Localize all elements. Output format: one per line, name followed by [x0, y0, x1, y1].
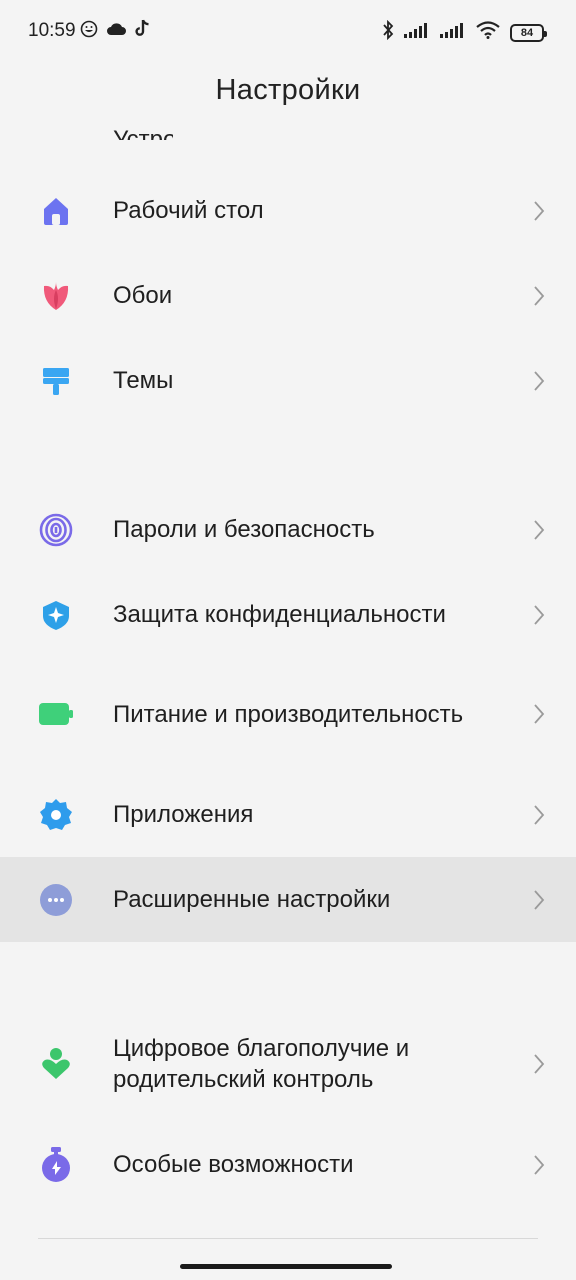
status-bar: 10:59 84	[0, 0, 576, 64]
chevron-right-icon	[532, 369, 546, 393]
settings-item-themes[interactable]: Темы	[0, 338, 576, 423]
tulip-icon	[38, 278, 74, 314]
tiktok-icon	[134, 19, 150, 43]
settings-item-label: Темы	[113, 367, 174, 394]
chevron-right-icon	[532, 1052, 546, 1076]
chevron-right-icon	[532, 603, 546, 627]
settings-item-desktop[interactable]: Рабочий стол	[0, 168, 576, 253]
settings-item-advanced[interactable]: Расширенные настройки	[0, 857, 576, 942]
accessibility-icon	[38, 1146, 74, 1183]
more-icon	[38, 882, 74, 918]
shield-icon	[38, 597, 74, 633]
bluetooth-icon	[382, 19, 394, 45]
settings-item-label: Пароли и безопасность	[113, 516, 375, 543]
settings-item-label: Питание и производительность	[113, 700, 464, 728]
status-notification-icons	[80, 19, 150, 43]
chevron-right-icon	[532, 1153, 546, 1177]
settings-item-wallpaper[interactable]: Обои	[0, 253, 576, 338]
brush-icon	[38, 363, 74, 399]
settings-item-label: Обои	[113, 282, 173, 309]
home-icon	[38, 193, 74, 229]
settings-item-label: Приложения	[113, 801, 254, 828]
settings-item-battery-performance[interactable]: Питание и производительность	[0, 664, 576, 764]
chevron-right-icon	[532, 518, 546, 542]
settings-item-accessibility[interactable]: Особые возможности	[0, 1122, 576, 1207]
settings-item-digital-wellbeing[interactable]: Цифровое благополучие и родительский кон…	[0, 1014, 576, 1114]
fingerprint-icon	[38, 512, 74, 548]
chevron-right-icon	[532, 888, 546, 912]
wellbeing-icon	[38, 1046, 74, 1082]
chevron-right-icon	[532, 702, 546, 726]
emoji-notification-icon	[80, 20, 98, 43]
signal-1-icon	[404, 22, 430, 43]
settings-item-apps[interactable]: Приложения	[0, 772, 576, 857]
signal-2-icon	[440, 22, 466, 43]
list-divider	[38, 1238, 538, 1239]
chevron-right-icon	[532, 199, 546, 223]
settings-item-passwords-security[interactable]: Пароли и безопасность	[0, 487, 576, 572]
settings-item-label: Расширенные настройки	[113, 886, 391, 913]
wifi-icon	[476, 21, 500, 44]
status-time: 10:59	[28, 20, 76, 41]
chevron-right-icon	[532, 284, 546, 308]
cloud-icon	[106, 22, 126, 41]
clipped-list-item-label: Устройство	[113, 126, 173, 140]
status-system-icons: 84	[382, 19, 547, 45]
settings-item-label: Защита конфиденциальности	[113, 601, 446, 628]
home-indicator[interactable]	[180, 1264, 392, 1269]
screen: 10:59 84 Настройки Устро Рабочий стол Об…	[0, 0, 576, 1280]
settings-item-privacy[interactable]: Защита конфиденциальности	[0, 572, 576, 657]
settings-item-label: Особые возможности	[113, 1151, 354, 1178]
gear-icon	[38, 797, 74, 833]
settings-item-label: Цифровое благополучие и родительский кон…	[113, 1035, 410, 1093]
clipped-list-item: Устройство	[113, 122, 173, 140]
page-title: Настройки	[215, 74, 361, 106]
settings-item-label: Рабочий стол	[113, 197, 264, 224]
battery-indicator: 84	[510, 23, 547, 42]
battery-icon	[38, 696, 74, 732]
chevron-right-icon	[532, 803, 546, 827]
